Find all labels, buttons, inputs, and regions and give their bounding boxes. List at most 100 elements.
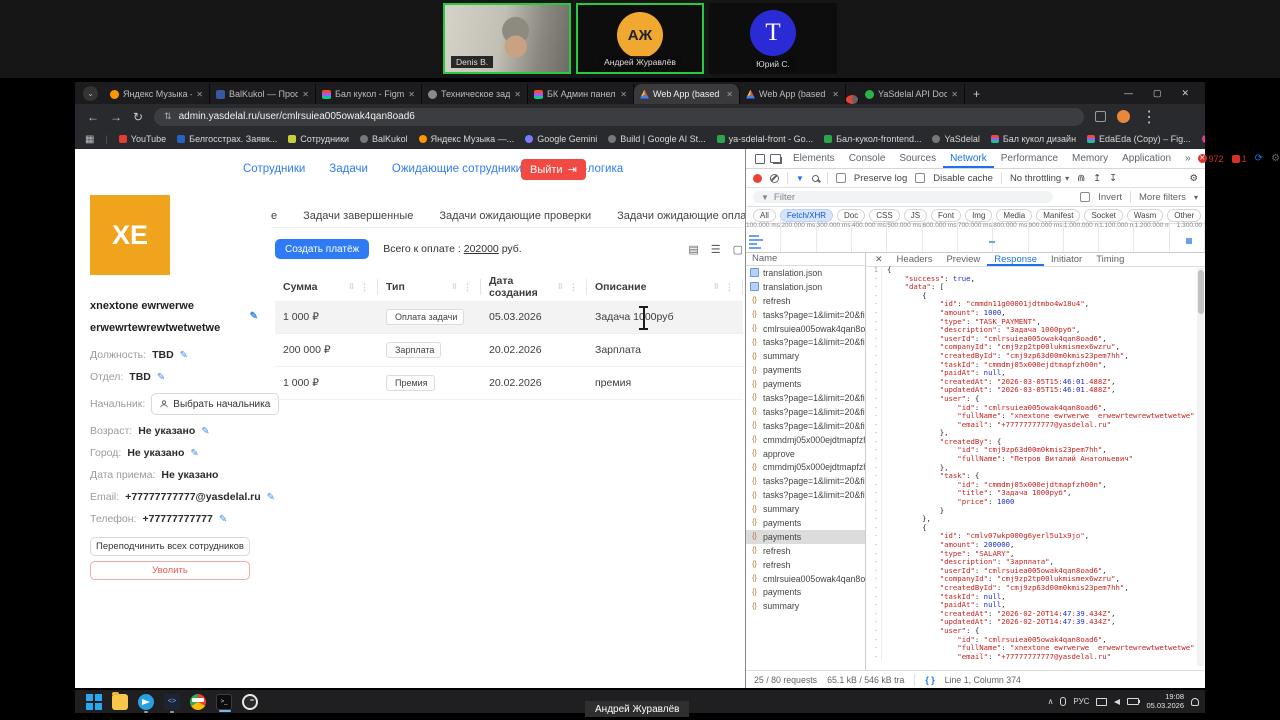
scrollbar-thumb[interactable]: [1198, 270, 1204, 314]
extensions-icon[interactable]: [1095, 111, 1106, 122]
inspect-element-icon[interactable]: [755, 154, 765, 164]
drag-handle-icon[interactable]: ⠿: [452, 283, 458, 291]
drag-handle-icon[interactable]: ⠿: [714, 283, 720, 291]
minimize-button[interactable]: —: [1124, 88, 1133, 98]
window-close-button[interactable]: ✕: [1181, 88, 1189, 99]
network-request-row[interactable]: cmlrsuiea005owak4qan8oad6: [746, 322, 865, 336]
view-compact-icon[interactable]: ▤: [688, 243, 698, 256]
column-menu-icon[interactable]: ⋮: [569, 282, 578, 293]
network-request-row[interactable]: payments: [746, 516, 865, 530]
tab-close-icon[interactable]: ✕: [514, 90, 521, 99]
network-request-row[interactable]: summary: [746, 502, 865, 516]
column-header[interactable]: Сумма ⠿ ⋮: [275, 279, 378, 295]
nav-pending-employees[interactable]: Ожидающие сотрудники: [392, 163, 522, 175]
code-app-icon[interactable]: <>: [164, 694, 180, 710]
clock[interactable]: 19:08 05.03.2026: [1146, 693, 1184, 710]
edit-age-icon[interactable]: ✎: [201, 426, 209, 437]
drag-handle-icon[interactable]: ⠿: [349, 283, 355, 291]
column-menu-icon[interactable]: ⋮: [463, 282, 472, 293]
disable-cache-checkbox[interactable]: [915, 173, 925, 183]
nav-tasks[interactable]: Задачи: [329, 163, 368, 175]
tab-close-icon[interactable]: ✕: [832, 90, 839, 99]
detail-tab[interactable]: Timing: [1089, 252, 1131, 266]
filter-funnel-icon[interactable]: ▼: [796, 174, 804, 183]
edit-email-icon[interactable]: ✎: [267, 492, 275, 503]
bookmark-item[interactable]: Бал-кукол-frontend...: [824, 134, 921, 144]
browser-tab[interactable]: YaSdelal API Docume ✕: [859, 84, 965, 104]
telegram-icon[interactable]: [138, 694, 154, 710]
devtools-tab[interactable]: »: [1178, 149, 1198, 168]
participant-video-andrey[interactable]: АЖ Андрей Журавлёв: [576, 3, 704, 74]
browser-tab[interactable]: Техническое задани ✕: [422, 84, 528, 104]
browser-tab[interactable]: Звонок в Яндекс ✕: [846, 95, 859, 104]
network-request-row[interactable]: approve: [746, 447, 865, 461]
tab-close-icon[interactable]: ✕: [408, 90, 415, 99]
tab-search-icon[interactable]: ⌄: [83, 86, 98, 101]
tab-close-icon[interactable]: ✕: [620, 90, 627, 99]
network-request-row[interactable]: tasks?page=1&limit=20&filters%5...: [746, 335, 865, 349]
table-row[interactable]: 1 000 ₽ Оплата задачи 05.03.2026 Задача …: [275, 301, 743, 334]
network-request-row[interactable]: tasks?page=1&limit=20&filters%5...: [746, 308, 865, 322]
network-timeline[interactable]: 100.000 ms 200.000 ms 300.000 ms 400.000…: [746, 220, 1205, 253]
network-request-row[interactable]: cmmdmj05x000ejdtmapfzh00n: [746, 433, 865, 447]
participant-video-denis[interactable]: Denis B.: [443, 3, 571, 74]
network-request-row[interactable]: payments: [746, 363, 865, 377]
bookmark-item[interactable]: ya-sdelal-front - Go...: [717, 134, 814, 144]
bookmark-item[interactable]: Build | Google AI St...: [608, 134, 705, 144]
participant-video-yuri[interactable]: T Юрий С.: [709, 3, 837, 74]
tray-expand-icon[interactable]: ∧: [1048, 697, 1054, 706]
network-request-row[interactable]: refresh: [746, 558, 865, 572]
more-filters-button[interactable]: More filters: [1139, 192, 1186, 203]
network-settings-icon[interactable]: ⚙: [1189, 173, 1198, 184]
tab-close-icon[interactable]: ✕: [726, 90, 733, 99]
issues-badge[interactable]: 1: [1232, 154, 1247, 164]
bookmark-item[interactable]: YaSdelal: [932, 134, 979, 144]
column-header[interactable]: Описание ⠿ ⋮: [587, 279, 743, 295]
browser-tab[interactable]: BalKukol — Профиль ✕: [210, 84, 316, 104]
language-indicator[interactable]: РУС: [1073, 697, 1089, 706]
search-icon[interactable]: [812, 175, 819, 182]
column-header[interactable]: Тип ⠿ ⋮: [378, 279, 481, 295]
network-request-row[interactable]: translation.json: [746, 266, 865, 280]
browser-tab[interactable]: Web App (based on ✕: [634, 84, 740, 104]
invert-checkbox[interactable]: [1080, 192, 1090, 202]
network-request-row[interactable]: cmmdmj05x000ejdtmapfzh00n: [746, 460, 865, 474]
devtools-settings-icon[interactable]: ⚙: [1271, 153, 1280, 164]
bookmark-item[interactable]: YouTube: [119, 134, 166, 144]
back-icon[interactable]: ←: [87, 110, 99, 124]
network-request-row[interactable]: tasks?page=1&limit=20&filters%5...: [746, 488, 865, 502]
network-request-row[interactable]: payments: [746, 530, 865, 544]
notifications-icon[interactable]: [1191, 698, 1199, 706]
page-tab[interactable]: Задачи завершенные: [303, 205, 413, 227]
total-value[interactable]: 202000: [464, 243, 499, 255]
reload-icon[interactable]: ↻: [133, 110, 143, 124]
logout-button[interactable]: Выйти ⇥: [521, 159, 586, 180]
select-boss-button[interactable]: Выбрать начальника: [151, 393, 279, 415]
network-request-row[interactable]: tasks?page=1&limit=20&filters%5...: [746, 391, 865, 405]
devtools-tab[interactable]: Memory: [1065, 149, 1115, 168]
network-request-row[interactable]: summary: [746, 349, 865, 363]
page-tab[interactable]: Задачи ожидающие проверки: [439, 205, 591, 227]
format-json-icon[interactable]: { }: [925, 675, 934, 685]
close-detail-icon[interactable]: ✕: [868, 254, 890, 265]
nav-employees[interactable]: Сотрудники: [243, 163, 305, 175]
browser-menu-icon[interactable]: ⋮: [1141, 107, 1157, 127]
detail-tab[interactable]: Preview: [939, 252, 987, 266]
network-name-column-header[interactable]: Name: [746, 252, 866, 266]
edit-position-icon[interactable]: ✎: [180, 350, 188, 361]
page-tab[interactable]: е: [271, 205, 277, 227]
forward-icon[interactable]: →: [110, 110, 122, 124]
detail-tab[interactable]: Response: [987, 252, 1044, 266]
microphone-icon[interactable]: [1060, 697, 1066, 706]
network-conditions-icon[interactable]: ⋒: [1077, 173, 1085, 184]
throttling-select[interactable]: No throttling ▾: [1010, 173, 1069, 184]
preserve-log-checkbox[interactable]: [836, 173, 846, 183]
display-icon[interactable]: [1096, 698, 1107, 706]
network-request-row[interactable]: payments: [746, 377, 865, 391]
bookmark-item[interactable]: Яндекс Музыка —...: [419, 134, 515, 144]
column-menu-icon[interactable]: ⋮: [725, 282, 734, 293]
column-menu-icon[interactable]: ⋮: [360, 282, 369, 293]
bookmark-item[interactable]: Google Gemini: [525, 134, 597, 144]
bookmark-item[interactable]: Бал кукол дизайн: [991, 134, 1076, 144]
scrollbar[interactable]: [1197, 268, 1204, 666]
